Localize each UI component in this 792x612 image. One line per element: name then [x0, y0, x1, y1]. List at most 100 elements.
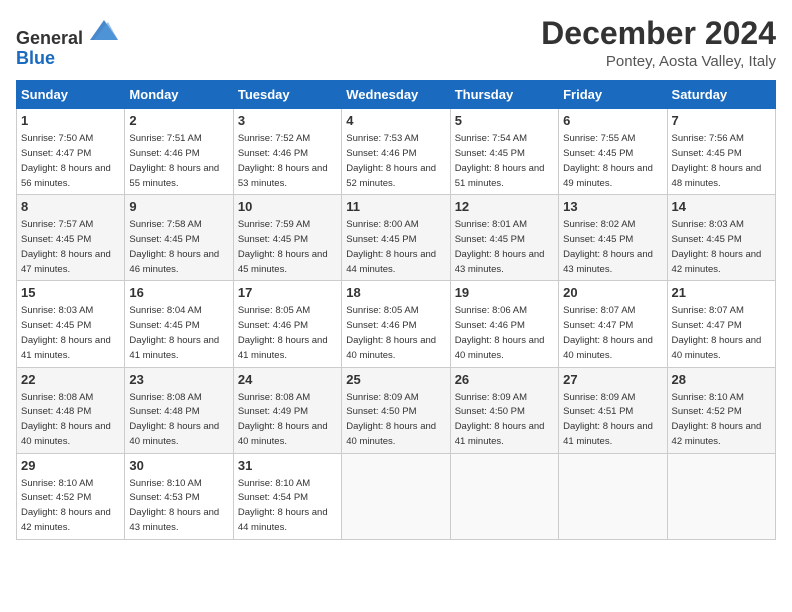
calendar-cell: 25 Sunrise: 8:09 AMSunset: 4:50 PMDaylig… — [342, 367, 450, 453]
day-number: 12 — [455, 199, 554, 216]
weekday-header: Wednesday — [342, 81, 450, 109]
calendar-table: SundayMondayTuesdayWednesdayThursdayFrid… — [16, 80, 776, 540]
day-info: Sunrise: 8:05 AMSunset: 4:46 PMDaylight:… — [238, 305, 328, 360]
logo-text: General — [16, 16, 118, 49]
day-info: Sunrise: 8:04 AMSunset: 4:45 PMDaylight:… — [129, 305, 219, 360]
day-number: 25 — [346, 372, 445, 389]
day-info: Sunrise: 8:01 AMSunset: 4:45 PMDaylight:… — [455, 219, 545, 274]
calendar-cell: 9 Sunrise: 7:58 AMSunset: 4:45 PMDayligh… — [125, 195, 233, 281]
calendar-cell — [450, 453, 558, 539]
day-info: Sunrise: 8:03 AMSunset: 4:45 PMDaylight:… — [672, 219, 762, 274]
day-info: Sunrise: 8:08 AMSunset: 4:49 PMDaylight:… — [238, 392, 328, 447]
logo: General Blue — [16, 16, 118, 69]
day-info: Sunrise: 8:10 AMSunset: 4:54 PMDaylight:… — [238, 478, 328, 533]
calendar-cell: 14 Sunrise: 8:03 AMSunset: 4:45 PMDaylig… — [667, 195, 775, 281]
day-number: 29 — [21, 458, 120, 475]
day-number: 6 — [563, 113, 662, 130]
calendar-cell: 19 Sunrise: 8:06 AMSunset: 4:46 PMDaylig… — [450, 281, 558, 367]
calendar-cell: 28 Sunrise: 8:10 AMSunset: 4:52 PMDaylig… — [667, 367, 775, 453]
weekday-header: Monday — [125, 81, 233, 109]
calendar-cell: 31 Sunrise: 8:10 AMSunset: 4:54 PMDaylig… — [233, 453, 341, 539]
day-info: Sunrise: 8:10 AMSunset: 4:52 PMDaylight:… — [672, 392, 762, 447]
day-number: 30 — [129, 458, 228, 475]
calendar-cell: 29 Sunrise: 8:10 AMSunset: 4:52 PMDaylig… — [17, 453, 125, 539]
day-info: Sunrise: 8:08 AMSunset: 4:48 PMDaylight:… — [21, 392, 111, 447]
day-number: 19 — [455, 285, 554, 302]
calendar-cell — [667, 453, 775, 539]
day-info: Sunrise: 8:10 AMSunset: 4:53 PMDaylight:… — [129, 478, 219, 533]
calendar-cell: 21 Sunrise: 8:07 AMSunset: 4:47 PMDaylig… — [667, 281, 775, 367]
page-title: December 2024 — [541, 16, 776, 51]
day-number: 18 — [346, 285, 445, 302]
day-number: 21 — [672, 285, 771, 302]
logo-icon — [90, 16, 118, 44]
day-number: 8 — [21, 199, 120, 216]
calendar-cell — [342, 453, 450, 539]
calendar-cell: 11 Sunrise: 8:00 AMSunset: 4:45 PMDaylig… — [342, 195, 450, 281]
calendar-cell: 17 Sunrise: 8:05 AMSunset: 4:46 PMDaylig… — [233, 281, 341, 367]
day-number: 13 — [563, 199, 662, 216]
day-number: 14 — [672, 199, 771, 216]
day-number: 1 — [21, 113, 120, 130]
day-info: Sunrise: 8:09 AMSunset: 4:51 PMDaylight:… — [563, 392, 653, 447]
day-info: Sunrise: 7:52 AMSunset: 4:46 PMDaylight:… — [238, 133, 328, 188]
calendar-cell: 22 Sunrise: 8:08 AMSunset: 4:48 PMDaylig… — [17, 367, 125, 453]
day-info: Sunrise: 8:07 AMSunset: 4:47 PMDaylight:… — [563, 305, 653, 360]
calendar-cell: 27 Sunrise: 8:09 AMSunset: 4:51 PMDaylig… — [559, 367, 667, 453]
day-info: Sunrise: 8:09 AMSunset: 4:50 PMDaylight:… — [346, 392, 436, 447]
day-info: Sunrise: 7:55 AMSunset: 4:45 PMDaylight:… — [563, 133, 653, 188]
page-subtitle: Pontey, Aosta Valley, Italy — [541, 53, 776, 70]
day-number: 9 — [129, 199, 228, 216]
calendar-cell: 12 Sunrise: 8:01 AMSunset: 4:45 PMDaylig… — [450, 195, 558, 281]
weekday-header: Saturday — [667, 81, 775, 109]
day-number: 16 — [129, 285, 228, 302]
calendar-header-row: SundayMondayTuesdayWednesdayThursdayFrid… — [17, 81, 776, 109]
weekday-header: Sunday — [17, 81, 125, 109]
day-number: 22 — [21, 372, 120, 389]
day-info: Sunrise: 7:53 AMSunset: 4:46 PMDaylight:… — [346, 133, 436, 188]
calendar-cell: 23 Sunrise: 8:08 AMSunset: 4:48 PMDaylig… — [125, 367, 233, 453]
day-info: Sunrise: 7:54 AMSunset: 4:45 PMDaylight:… — [455, 133, 545, 188]
day-info: Sunrise: 8:10 AMSunset: 4:52 PMDaylight:… — [21, 478, 111, 533]
day-number: 23 — [129, 372, 228, 389]
day-info: Sunrise: 7:50 AMSunset: 4:47 PMDaylight:… — [21, 133, 111, 188]
day-number: 24 — [238, 372, 337, 389]
day-info: Sunrise: 7:58 AMSunset: 4:45 PMDaylight:… — [129, 219, 219, 274]
calendar-cell: 13 Sunrise: 8:02 AMSunset: 4:45 PMDaylig… — [559, 195, 667, 281]
calendar-cell: 5 Sunrise: 7:54 AMSunset: 4:45 PMDayligh… — [450, 109, 558, 195]
day-number: 26 — [455, 372, 554, 389]
day-number: 28 — [672, 372, 771, 389]
day-number: 10 — [238, 199, 337, 216]
day-number: 2 — [129, 113, 228, 130]
weekday-header: Friday — [559, 81, 667, 109]
calendar-cell: 6 Sunrise: 7:55 AMSunset: 4:45 PMDayligh… — [559, 109, 667, 195]
title-block: December 2024 Pontey, Aosta Valley, Ital… — [541, 16, 776, 70]
calendar-cell: 20 Sunrise: 8:07 AMSunset: 4:47 PMDaylig… — [559, 281, 667, 367]
calendar-cell: 18 Sunrise: 8:05 AMSunset: 4:46 PMDaylig… — [342, 281, 450, 367]
calendar-cell: 7 Sunrise: 7:56 AMSunset: 4:45 PMDayligh… — [667, 109, 775, 195]
day-number: 31 — [238, 458, 337, 475]
day-info: Sunrise: 7:56 AMSunset: 4:45 PMDaylight:… — [672, 133, 762, 188]
calendar-cell: 26 Sunrise: 8:09 AMSunset: 4:50 PMDaylig… — [450, 367, 558, 453]
day-number: 7 — [672, 113, 771, 130]
calendar-cell: 15 Sunrise: 8:03 AMSunset: 4:45 PMDaylig… — [17, 281, 125, 367]
day-info: Sunrise: 8:08 AMSunset: 4:48 PMDaylight:… — [129, 392, 219, 447]
day-info: Sunrise: 8:09 AMSunset: 4:50 PMDaylight:… — [455, 392, 545, 447]
calendar-cell: 4 Sunrise: 7:53 AMSunset: 4:46 PMDayligh… — [342, 109, 450, 195]
weekday-header: Tuesday — [233, 81, 341, 109]
day-info: Sunrise: 8:05 AMSunset: 4:46 PMDaylight:… — [346, 305, 436, 360]
day-number: 4 — [346, 113, 445, 130]
calendar-cell: 24 Sunrise: 8:08 AMSunset: 4:49 PMDaylig… — [233, 367, 341, 453]
calendar-cell — [559, 453, 667, 539]
weekday-header: Thursday — [450, 81, 558, 109]
day-info: Sunrise: 7:57 AMSunset: 4:45 PMDaylight:… — [21, 219, 111, 274]
calendar-cell: 1 Sunrise: 7:50 AMSunset: 4:47 PMDayligh… — [17, 109, 125, 195]
header: General Blue December 2024 Pontey, Aosta… — [16, 16, 776, 70]
day-info: Sunrise: 8:06 AMSunset: 4:46 PMDaylight:… — [455, 305, 545, 360]
day-number: 5 — [455, 113, 554, 130]
day-number: 27 — [563, 372, 662, 389]
calendar-cell: 8 Sunrise: 7:57 AMSunset: 4:45 PMDayligh… — [17, 195, 125, 281]
day-number: 11 — [346, 199, 445, 216]
day-number: 20 — [563, 285, 662, 302]
calendar-cell: 30 Sunrise: 8:10 AMSunset: 4:53 PMDaylig… — [125, 453, 233, 539]
